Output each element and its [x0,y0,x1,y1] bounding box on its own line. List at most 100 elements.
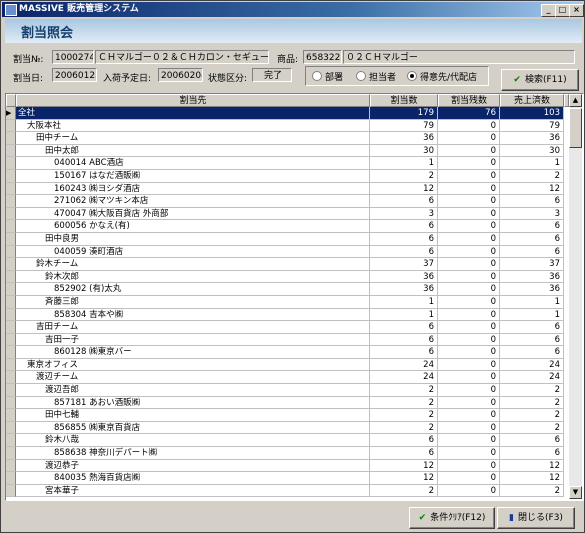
table-row[interactable]: 鈴木チーム 37 0 37 [6,258,569,271]
row-indicator[interactable] [6,396,16,410]
row-indicator[interactable] [6,182,16,196]
row-indicator[interactable] [6,157,16,170]
table-row[interactable]: 040059 湊町酒店 6 0 6 [6,245,569,259]
cell-wariatesaki: 田中良男 [16,232,370,246]
row-indicator[interactable] [6,207,16,221]
row-indicator[interactable] [6,346,16,359]
table-row[interactable]: 160243 ㈱ヨシダ酒店 12 0 12 [6,182,569,196]
table-row[interactable]: 271062 ㈱マツキン本店 6 0 6 [6,195,569,208]
table-row[interactable]: 470047 ㈱大阪百貨店 外商部 3 0 3 [6,207,569,221]
row-indicator[interactable] [6,258,16,271]
title-bar: MASSIVE 販売管理システム _ □ × [2,2,584,17]
row-indicator[interactable] [6,119,16,133]
row-indicator[interactable] [6,409,16,422]
clear-conditions-button[interactable]: ✔ 条件ｸﾘｱ(F12) [409,507,495,529]
cell-wariatesu: 1 [370,295,438,309]
table-row[interactable]: 田中七輔 2 0 2 [6,409,569,422]
minimize-button[interactable]: _ [541,4,556,17]
row-indicator[interactable] [6,295,16,309]
close-window-button[interactable]: × [569,4,584,17]
scroll-down-icon[interactable]: ▼ [569,486,582,499]
table-row[interactable]: 鈴木八哉 6 0 6 [6,434,569,448]
row-indicator[interactable] [6,447,16,460]
table-row[interactable]: 東京オフィス 24 0 24 [6,358,569,372]
wariate-name-field[interactable]: ＣＨマルゴー０２＆ＣＨカロン・セギュー [95,50,269,64]
vertical-scrollbar[interactable]: ▲ ▼ [569,94,582,499]
row-indicator[interactable] [6,421,16,435]
cell-wariatesaki: 857181 あおい酒販㈱ [16,396,370,410]
cell-uriage: 1 [500,308,564,322]
row-indicator[interactable] [6,144,16,158]
table-row[interactable]: ▶ 全社 179 76 103 [6,107,569,120]
radio-busho-label: 部署 [325,73,344,83]
table-row[interactable]: 田中良男 6 0 6 [6,232,569,246]
scroll-thumb[interactable] [569,108,582,148]
cell-wariatesaki: 858304 吉本や㈱ [16,308,370,322]
row-indicator[interactable] [6,472,16,485]
cell-uriage: 79 [500,119,564,133]
table-row[interactable]: 鈴木次郎 36 0 36 [6,270,569,284]
table-row[interactable]: 860128 ㈱東京バー 6 0 6 [6,346,569,359]
cell-wariatesu: 12 [370,459,438,473]
row-indicator[interactable] [6,358,16,372]
row-indicator[interactable] [6,132,16,145]
shohin-name-field[interactable]: ０２ＣＨマルゴー [343,50,575,64]
row-indicator[interactable] [6,220,16,233]
table-row[interactable]: 渡辺恭子 12 0 12 [6,459,569,473]
table-row[interactable]: 田中太郎 30 0 30 [6,144,569,158]
table-row[interactable]: 大阪本社 79 0 79 [6,119,569,133]
allocation-grid[interactable]: 割当先 割当数 割当残数 売上済数 ▶ 全社 179 76 103 大阪本社 79 0 79 田中… [5,93,584,501]
row-indicator[interactable] [6,384,16,397]
search-button[interactable]: ✔ 検索(F11) [501,69,579,91]
table-row[interactable]: 150167 はなだ酒販㈱ 2 0 2 [6,169,569,183]
row-indicator[interactable] [6,283,16,296]
row-indicator[interactable] [6,245,16,259]
table-row[interactable]: 宮本華子 2 0 2 [6,484,569,498]
row-indicator[interactable] [6,459,16,473]
radio-busho[interactable]: 部署 [312,70,343,83]
scroll-up-icon[interactable]: ▲ [569,94,582,107]
col-header-zansu[interactable]: 割当残数 [438,94,500,107]
table-row[interactable]: 斉藤三郎 1 0 1 [6,295,569,309]
table-row[interactable]: 渡辺吾郎 2 0 2 [6,384,569,397]
table-row[interactable]: 858304 吉本や㈱ 1 0 1 [6,308,569,322]
row-indicator[interactable] [6,232,16,246]
row-indicator[interactable] [6,321,16,334]
row-indicator[interactable] [6,434,16,448]
table-row[interactable]: 857181 あおい酒販㈱ 2 0 2 [6,396,569,410]
table-row[interactable]: 858638 神奈川デパート㈱ 6 0 6 [6,447,569,460]
table-row[interactable]: 852902 (有)太丸 36 0 36 [6,283,569,296]
row-indicator[interactable] [6,484,16,498]
table-row[interactable]: 600056 かなえ(有) 6 0 6 [6,220,569,233]
col-header-wariatesu[interactable]: 割当数 [370,94,438,107]
wariate-date-field[interactable]: 20060125 [52,68,97,82]
row-indicator[interactable] [6,308,16,322]
row-indicator-arrow-icon[interactable]: ▶ [6,107,16,120]
table-row[interactable]: 040014 ABC酒店 1 0 1 [6,157,569,170]
row-indicator[interactable] [6,333,16,347]
shohin-code-field[interactable]: 658322 [303,50,342,64]
table-row[interactable]: 田中チーム 36 0 36 [6,132,569,145]
maximize-button[interactable]: □ [555,4,570,17]
table-row[interactable]: 吉田一子 6 0 6 [6,333,569,347]
wariate-date-label: 割当日: [13,74,44,84]
cell-zansu: 0 [438,295,500,309]
nyuka-date-field[interactable]: 20060204 [158,68,203,82]
radio-tantosha[interactable]: 担当者 [356,70,396,83]
col-header-uriage[interactable]: 売上済数 [500,94,564,107]
cell-wariatesu: 6 [370,245,438,259]
col-header-wariatesaki[interactable]: 割当先 [16,94,370,107]
row-indicator[interactable] [6,195,16,208]
cell-wariatesaki: 040014 ABC酒店 [16,157,370,170]
table-row[interactable]: 840035 熱海百貨店㈱ 12 0 12 [6,472,569,485]
table-row[interactable]: 渡辺チーム 24 0 24 [6,371,569,385]
table-row[interactable]: 吉田チーム 6 0 6 [6,321,569,334]
close-button[interactable]: ▮ 閉じる(F3) [497,507,575,529]
wariate-no-field[interactable]: 1000274 [52,50,94,64]
radio-tokuisaki[interactable]: 得意先/代配店 [407,70,477,83]
table-row[interactable]: 856855 ㈱東京百貨店 2 0 2 [6,421,569,435]
row-indicator[interactable] [6,270,16,284]
row-indicator[interactable] [6,371,16,385]
cell-uriage: 2 [500,484,564,498]
row-indicator[interactable] [6,169,16,183]
